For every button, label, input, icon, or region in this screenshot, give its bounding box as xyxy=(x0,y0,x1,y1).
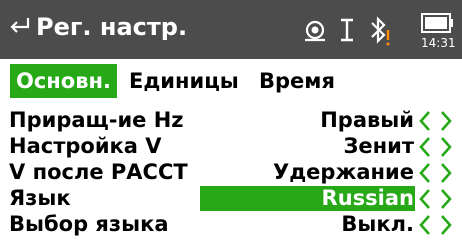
setting-value[interactable]: Зенит xyxy=(343,132,414,160)
setting-label: Язык xyxy=(9,186,71,210)
battery-icon xyxy=(421,13,453,33)
i-beam-icon xyxy=(341,18,353,42)
chevron-right-icon[interactable] xyxy=(437,187,454,211)
setting-row-v-after-dist[interactable]: V после РАССТ Удержание xyxy=(0,158,462,186)
setting-value[interactable]: Russian xyxy=(322,184,414,212)
chevron-right-icon[interactable] xyxy=(437,135,454,159)
tab-basic[interactable]: Основн. xyxy=(10,64,118,98)
value-arrows xyxy=(417,109,455,133)
setting-label: V после РАССТ xyxy=(9,160,188,184)
page-title: Рег. настр. xyxy=(36,13,188,41)
setting-value[interactable]: Выкл. xyxy=(341,210,414,238)
back-arrow-icon[interactable] xyxy=(8,16,30,38)
setting-row-v-setting[interactable]: Настройка V Зенит xyxy=(0,132,462,160)
setting-row-language[interactable]: Язык Russian xyxy=(0,184,462,212)
title-bar: Рег. настр. 14:31 xyxy=(0,0,462,59)
clock-time: 14:31 xyxy=(421,36,456,50)
chevron-left-icon[interactable] xyxy=(417,135,434,159)
chevron-right-icon[interactable] xyxy=(437,109,454,133)
chevron-left-icon[interactable] xyxy=(417,109,434,133)
chevron-left-icon[interactable] xyxy=(417,213,434,237)
setting-value[interactable]: Удержание xyxy=(273,158,414,186)
setting-row-language-choice[interactable]: Выбор языка Выкл. xyxy=(0,210,462,238)
tab-bar: Основн. Единицы Время xyxy=(0,64,462,98)
setting-label: Выбор языка xyxy=(9,212,169,236)
value-arrows xyxy=(417,187,455,211)
chevron-left-icon[interactable] xyxy=(417,161,434,185)
chevron-left-icon[interactable] xyxy=(417,187,434,211)
setting-label: Настройка V xyxy=(9,134,162,158)
chevron-right-icon[interactable] xyxy=(437,161,454,185)
prism-target-icon xyxy=(305,20,325,42)
value-arrows xyxy=(417,135,455,159)
bluetooth-warning-icon xyxy=(371,16,390,46)
value-arrows xyxy=(417,213,455,237)
chevron-right-icon[interactable] xyxy=(437,213,454,237)
tab-time[interactable]: Время xyxy=(259,64,335,98)
setting-row-hz-increment[interactable]: Приращ-ие Hz Правый xyxy=(0,106,462,134)
tab-units[interactable]: Единицы xyxy=(129,64,239,98)
setting-label: Приращ-ие Hz xyxy=(9,108,184,132)
value-arrows xyxy=(417,161,455,185)
setting-value[interactable]: Правый xyxy=(320,106,414,134)
